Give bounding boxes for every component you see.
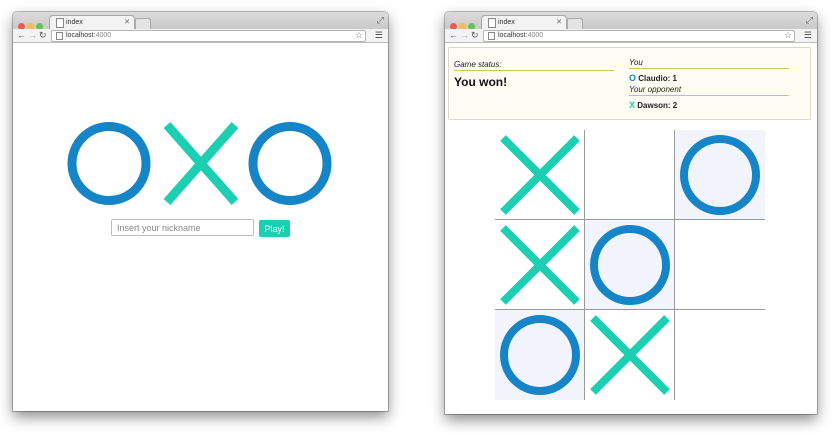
url-host: localhost bbox=[66, 32, 94, 39]
game-status-value: You won! bbox=[454, 75, 508, 89]
new-tab-button[interactable] bbox=[567, 18, 583, 29]
opponent-player-line: X Dawson: 2 bbox=[629, 100, 677, 110]
browser-window-left: index ✕ ⤢ ← → ↻ localhost:4000 ☆ ☰ Play! bbox=[13, 12, 388, 411]
page-icon bbox=[488, 32, 495, 40]
tab-title: index bbox=[498, 19, 515, 26]
you-mark: O bbox=[629, 73, 637, 83]
board-grid-line bbox=[674, 130, 675, 400]
board-cell-2-2[interactable] bbox=[675, 310, 765, 400]
board-cell-1-1[interactable] bbox=[585, 220, 675, 310]
logo-o-right bbox=[248, 122, 332, 205]
page-viewport-left: Play! bbox=[13, 43, 388, 411]
page-icon bbox=[56, 32, 63, 40]
back-arrow-icon[interactable]: ← bbox=[17, 29, 26, 42]
oxo-logo bbox=[67, 122, 332, 205]
x-mark bbox=[500, 135, 580, 215]
play-button[interactable]: Play! bbox=[259, 220, 290, 237]
page-icon bbox=[488, 18, 496, 28]
board-cell-0-1[interactable] bbox=[585, 130, 675, 220]
x-mark bbox=[500, 225, 580, 305]
opponent-label: Your opponent bbox=[629, 85, 789, 96]
page-icon bbox=[56, 18, 64, 28]
tab-title: index bbox=[66, 19, 83, 26]
url-host: localhost bbox=[498, 32, 526, 39]
o-mark bbox=[500, 315, 580, 395]
browser-tab[interactable]: index ✕ bbox=[481, 15, 567, 30]
you-player-line: O Claudio: 1 bbox=[629, 73, 677, 83]
address-bar[interactable]: localhost:4000 ☆ bbox=[483, 30, 795, 42]
nickname-input[interactable] bbox=[111, 219, 254, 236]
page-viewport-right: Game status: You won! You O Claudio: 1 Y… bbox=[445, 43, 817, 414]
reload-icon[interactable]: ↻ bbox=[471, 29, 479, 42]
fullscreen-icon[interactable]: ⤢ bbox=[377, 15, 384, 26]
empty-cell bbox=[675, 220, 765, 310]
empty-cell bbox=[585, 130, 675, 220]
browser-toolbar: ← → ↻ localhost:4000 ☆ ☰ bbox=[13, 29, 388, 43]
game-board bbox=[495, 130, 765, 400]
board-grid-line bbox=[495, 309, 765, 310]
menu-icon[interactable]: ☰ bbox=[804, 29, 812, 42]
browser-tab[interactable]: index ✕ bbox=[49, 15, 135, 30]
star-icon[interactable]: ☆ bbox=[355, 30, 363, 40]
board-grid-line bbox=[584, 130, 585, 400]
url-text: localhost:4000 bbox=[498, 31, 543, 41]
o-mark bbox=[590, 225, 670, 305]
opponent-name-score: Dawson: 2 bbox=[637, 101, 678, 110]
reload-icon[interactable]: ↻ bbox=[39, 29, 47, 42]
forward-arrow-icon[interactable]: → bbox=[460, 29, 469, 42]
board-cell-1-2[interactable] bbox=[675, 220, 765, 310]
tab-strip: index ✕ ⤢ bbox=[445, 12, 817, 30]
empty-cell bbox=[675, 310, 765, 400]
browser-toolbar: ← → ↻ localhost:4000 ☆ ☰ bbox=[445, 29, 817, 43]
close-icon[interactable]: ✕ bbox=[556, 18, 562, 26]
new-tab-button[interactable] bbox=[135, 18, 151, 29]
o-mark bbox=[680, 135, 760, 215]
star-icon[interactable]: ☆ bbox=[784, 30, 792, 40]
board-cell-2-0[interactable] bbox=[495, 310, 585, 400]
board-cell-2-1[interactable] bbox=[585, 310, 675, 400]
url-port: :4000 bbox=[525, 32, 544, 39]
url-text: localhost:4000 bbox=[66, 31, 111, 41]
menu-icon[interactable]: ☰ bbox=[375, 29, 383, 42]
fullscreen-icon[interactable]: ⤢ bbox=[806, 15, 813, 26]
board-grid-line bbox=[495, 219, 765, 220]
you-label: You bbox=[629, 58, 789, 69]
browser-window-right: index ✕ ⤢ ← → ↻ localhost:4000 ☆ ☰ Game … bbox=[445, 12, 817, 414]
back-arrow-icon[interactable]: ← bbox=[449, 29, 458, 42]
game-status-label: Game status: bbox=[454, 60, 614, 71]
board-cell-0-0[interactable] bbox=[495, 130, 585, 220]
forward-arrow-icon[interactable]: → bbox=[28, 29, 37, 42]
tab-strip: index ✕ ⤢ bbox=[13, 12, 388, 30]
board-cell-1-0[interactable] bbox=[495, 220, 585, 310]
opponent-mark: X bbox=[629, 100, 636, 110]
logo-o-left bbox=[67, 122, 151, 205]
url-port: :4000 bbox=[93, 32, 112, 39]
x-mark bbox=[590, 315, 670, 395]
close-icon[interactable]: ✕ bbox=[124, 18, 130, 26]
you-name-score: Claudio: 1 bbox=[638, 74, 677, 83]
board-cell-0-2[interactable] bbox=[675, 130, 765, 220]
address-bar[interactable]: localhost:4000 ☆ bbox=[51, 30, 366, 42]
game-status-panel: Game status: You won! You O Claudio: 1 Y… bbox=[448, 47, 811, 120]
